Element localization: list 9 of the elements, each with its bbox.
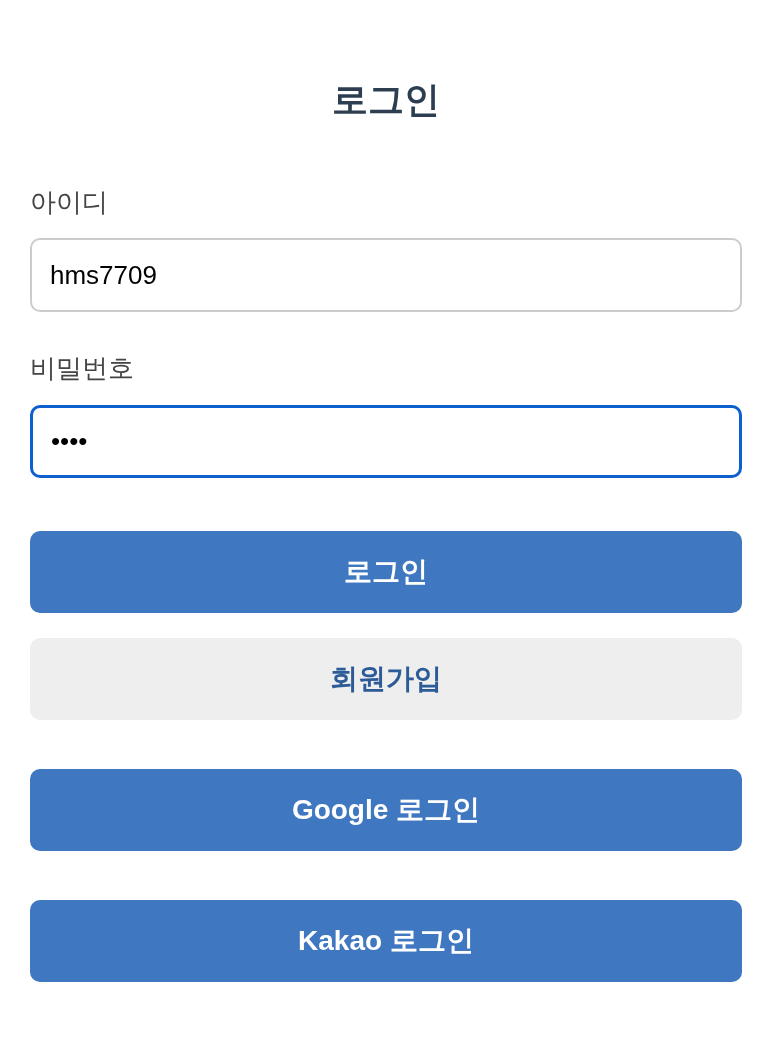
- field-label: 비밀번호: [30, 353, 134, 383]
- id-input-field[interactable]: hms7709: [30, 238, 742, 312]
- social-login-button[interactable]: Kakao 로그인: [30, 900, 742, 982]
- signup-button[interactable]: 회원가입: [30, 638, 742, 720]
- field-label: 아이디: [30, 187, 108, 217]
- page-title: 로그인: [331, 78, 441, 122]
- password-input-field[interactable]: ••••: [30, 405, 742, 478]
- login-button[interactable]: 로그인: [30, 531, 742, 613]
- social-login-button[interactable]: Google 로그인: [30, 769, 742, 851]
